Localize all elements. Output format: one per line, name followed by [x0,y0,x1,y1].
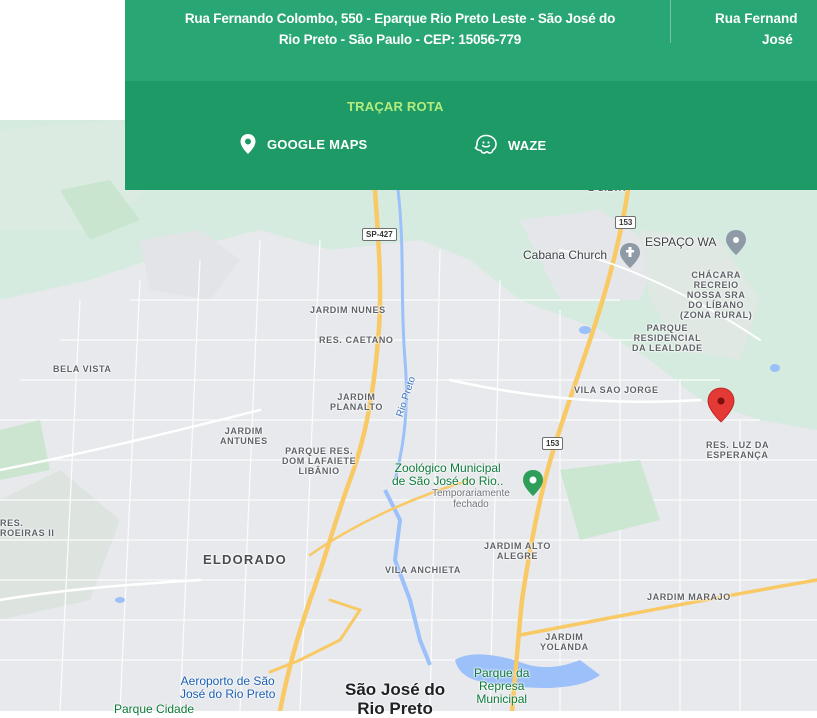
label-res-caetano: RES. CAETANO [319,335,394,345]
address-text-next: Rua Fernand José [715,8,817,50]
label-parque-cidade[interactable]: Parque Cidade [114,703,194,716]
label-jardim-antunes: JARDIM ANTUNES [220,426,268,446]
address-next-line2: José [762,32,793,47]
label-parque-represa[interactable]: Parque da Represa Municipal [474,667,529,706]
waze-label: WAZE [508,137,547,153]
route-shield-br153-mid: 153 [542,437,564,450]
waze-icon [474,133,498,157]
address-divider [670,0,671,43]
label-eldorado: ELDORADO [203,552,287,567]
label-zoologico[interactable]: Zoológico Municipal de São José do Rio.. [392,462,503,488]
address-panel: Rua Fernando Colombo, 550 - Eparque Rio … [125,0,817,190]
waze-button[interactable]: WAZE [474,133,546,157]
label-jardim-alto-alegre: JARDIM ALTO ALEGRE [484,541,551,561]
label-vila-anchieta: VILA ANCHIETA [385,565,461,575]
google-maps-button[interactable]: GOOGLE MAPS [239,133,367,155]
label-chacara-recreio: CHÁCARA RECREIO NOSSA SRA DO LÍBANO (ZON… [680,270,753,320]
address-next-line1: Rua Fernand [715,11,798,26]
label-jardim-marajo: JARDIM MARAJO [647,592,731,602]
label-jardim-yolanda: JARDIM YOLANDA [540,632,589,652]
route-section [125,81,817,190]
label-dom-lafaiete: PARQUE RES. DOM LAFAIETE LIBÂNIO [282,446,357,476]
route-shield-br153-top: 153 [615,216,637,229]
label-aeroporto[interactable]: Aeroporto de São José do Rio Preto [180,675,275,701]
route-shield-sp427: SP-427 [362,228,397,241]
map-pin-icon [239,133,257,155]
label-bela-vista: BELA VISTA [53,364,112,374]
page-background-corner [0,0,125,120]
label-jardim-nunes: JARDIM NUNES [310,305,386,315]
label-vila-sao-jorge: VILA SAO JORGE [574,385,659,395]
label-res-roseiras: RES. ROEIRAS II [0,518,55,538]
label-cabana-church[interactable]: Cabana Church [523,249,607,262]
label-res-luz-da-esperanca: RES. LUZ DA ESPERANÇA [706,440,770,460]
address-text: Rua Fernando Colombo, 550 - Eparque Rio … [184,11,616,47]
label-parque-residencial: PARQUE RESIDENCIAL DA LEALDADE [632,323,703,353]
google-maps-label: GOOGLE MAPS [267,136,368,152]
label-city: São José do Rio Preto [345,680,446,718]
label-espaco-wa[interactable]: ESPAÇO WA [645,236,716,249]
label-zoologico-status: Temporariamente fechado [432,488,510,510]
route-title: TRAÇAR ROTA [347,99,444,114]
label-jardim-planalto: JARDIM PLANALTO [330,392,383,412]
